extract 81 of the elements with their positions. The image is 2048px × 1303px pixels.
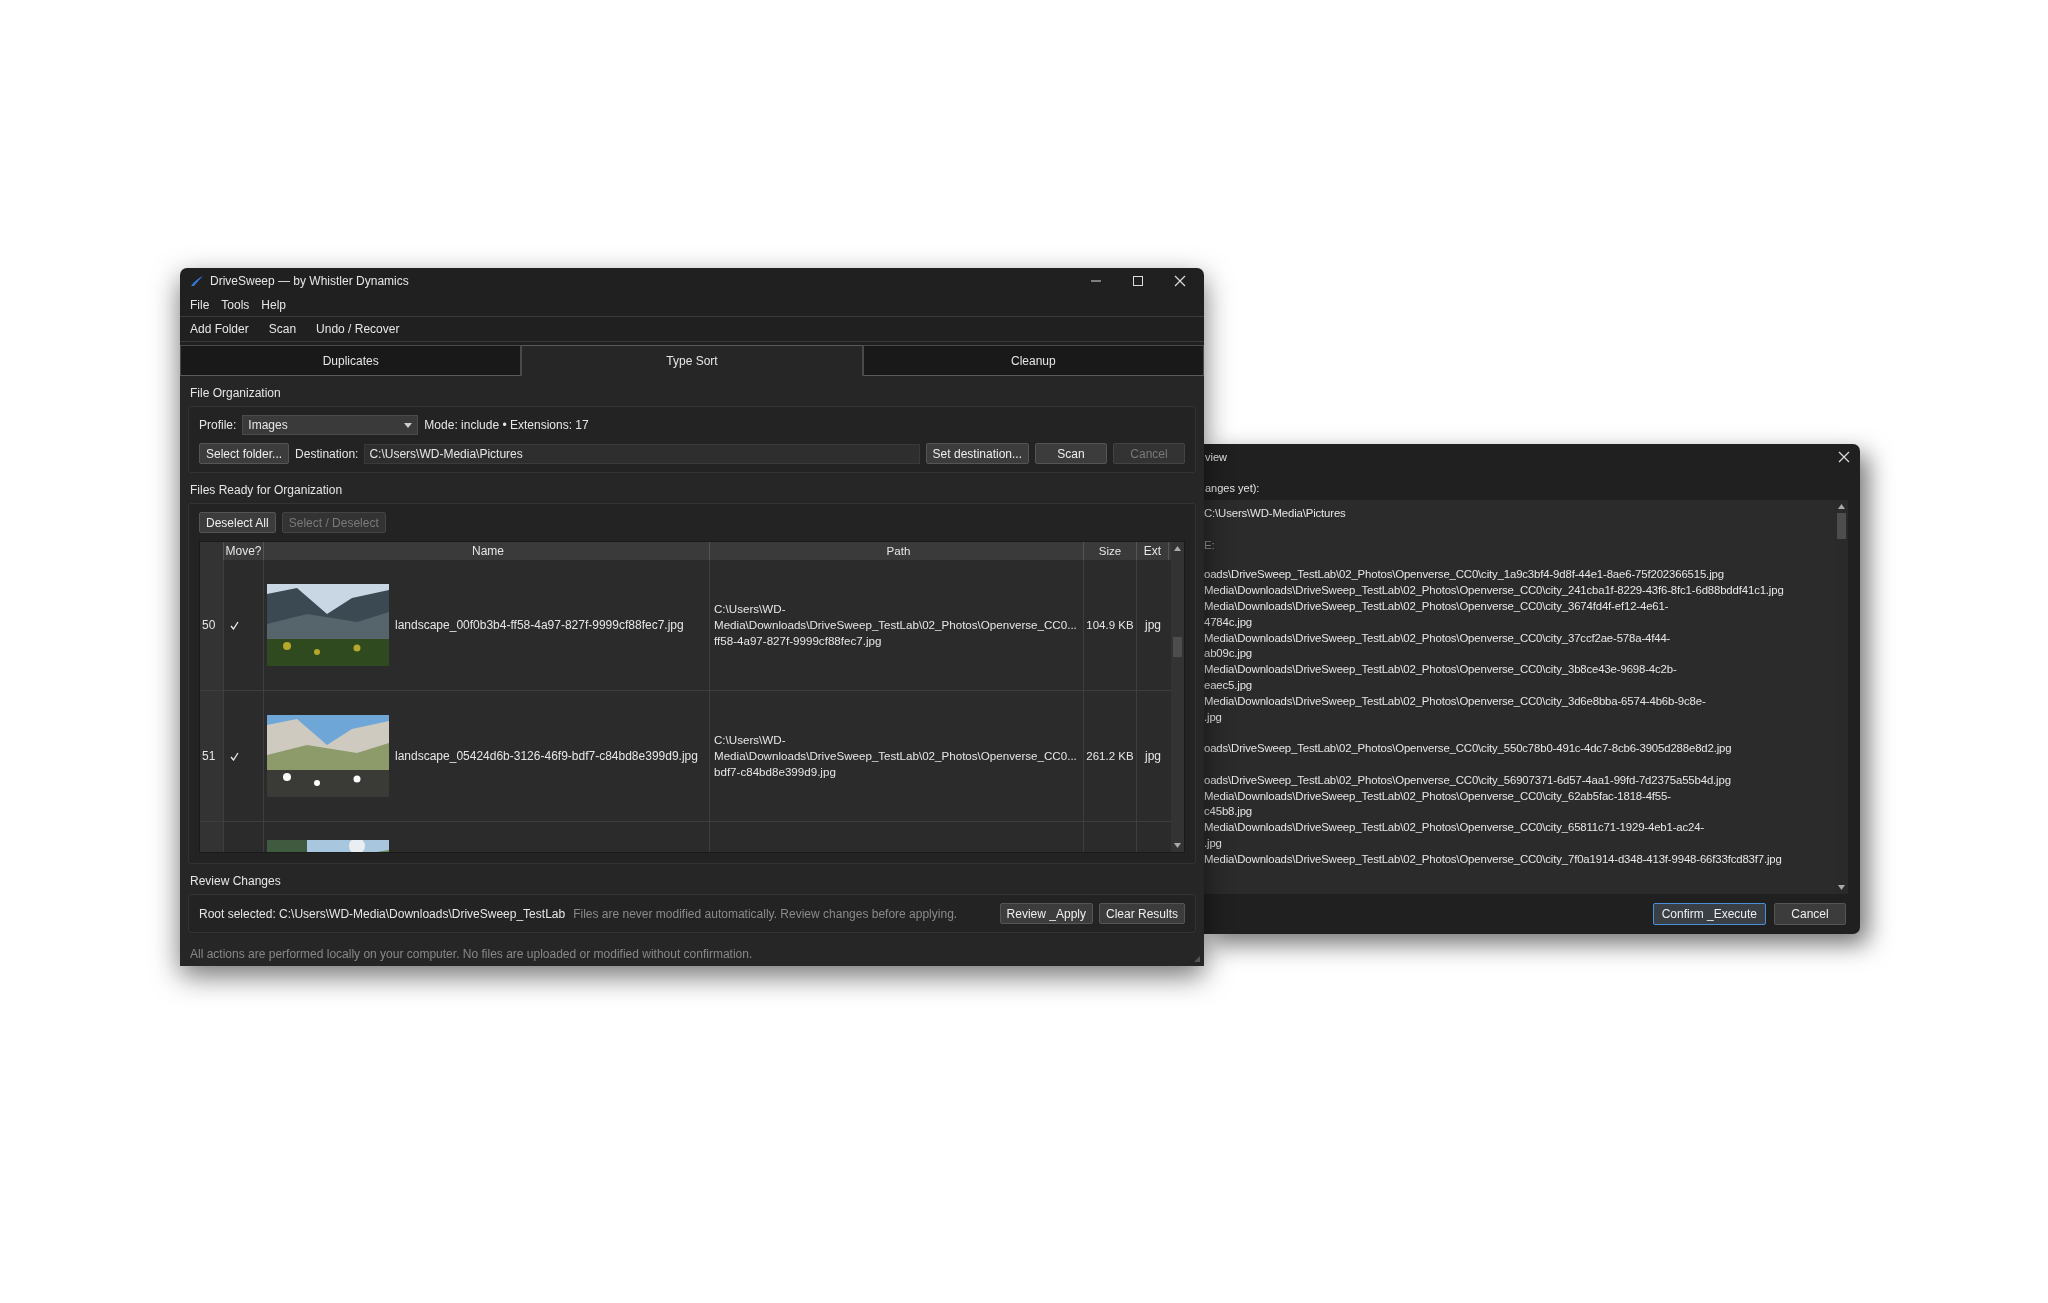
- scan-button[interactable]: Scan: [1035, 443, 1107, 464]
- file-path-line: Media\Downloads\DriveSweep_TestLab\02_Photos\Openverse_CC0\city_3b8ce43e-9698-4c2b-: [1204, 662, 1678, 678]
- file-path-line: ab09c.jpg: [1204, 646, 1254, 662]
- tab[interactable]: Type Sort: [521, 345, 863, 376]
- clear-results-button[interactable]: Clear Results: [1098, 903, 1185, 924]
- column-header[interactable]: Move?: [224, 542, 264, 560]
- scrollbar[interactable]: [1171, 542, 1184, 852]
- dialog-intro: anges yet):: [1205, 482, 1261, 494]
- file-extension: jpg: [1145, 749, 1161, 763]
- file-path-line: .jpg: [1204, 709, 1223, 725]
- file-path-line: Media\Downloads\DriveSweep_TestLab\02_Photos\Openverse_CC0\city_3674fd4f-ef12-4e61-: [1204, 599, 1670, 614]
- column-header[interactable]: Path: [710, 542, 1084, 560]
- close-icon[interactable]: [1838, 451, 1850, 463]
- file-name: landscape_05424d6b-3126-46f9-bdf7-c84bd8e399d9.jpg: [395, 749, 698, 763]
- review-apply-button[interactable]: Review _Apply: [999, 903, 1093, 924]
- checkmark-icon[interactable]: [230, 620, 239, 630]
- destination-field[interactable]: C:\Users\WD-Media\Pictures: [364, 443, 920, 464]
- column-header[interactable]: Name: [264, 542, 710, 560]
- resize-grip-icon[interactable]: [1193, 955, 1201, 963]
- file-path-line: Media\Downloads\DriveSweep_TestLab\02_Photos\Openverse_CC0\city_7f0a1914-d348-413f-9948-66f33fcd83f7.jpg: [1204, 851, 1783, 867]
- file-path-line: Media\Downloads\DriveSweep_TestLab\02_Photos\Openverse_CC0\city_241cba1f-8229-43f6-8fc1-6d88bddf41c1.jpg: [1204, 583, 1785, 599]
- file-path-line: Media\Downloads\DriveSweep_TestLab\02_Photos\Openverse_CC0\city_65811c71-1929-4eb1-ac24-: [1204, 820, 1706, 836]
- dialog-title: view: [1205, 451, 1227, 463]
- scroll-up-icon[interactable]: [1838, 504, 1845, 509]
- destination-line: C:\Users\WD-Media\Pictures: [1204, 506, 1347, 521]
- scroll-down-icon[interactable]: [1838, 885, 1845, 890]
- section-heading: File Organization: [190, 386, 282, 400]
- file-path: C:\Users\WD- Media\Downloads\DriveSweep_TestLab\02_Photos\Openverse_CC0... ff58-4a97-827f-9999cf88fec7.jpg: [714, 601, 1077, 649]
- root-selected-text: Root selected: C:\Users\WD-Media\Downloads\DriveSweep_TestLab: [199, 906, 566, 921]
- scroll-down-icon[interactable]: [1174, 843, 1181, 848]
- menu-item[interactable]: Help: [261, 298, 287, 312]
- section-heading: Review Changes: [190, 874, 282, 888]
- deselect-all-button[interactable]: Deselect All: [199, 512, 276, 533]
- tab[interactable]: Duplicates: [180, 345, 522, 376]
- toolbar-item[interactable]: Add Folder: [190, 322, 249, 336]
- file-path-line: Media\Downloads\DriveSweep_TestLab\02_Photos\Openverse_CC0\city_62ab5fac-1818-4f55-: [1204, 788, 1672, 804]
- destination-label: Destination:: [295, 446, 359, 461]
- file-path-line: .jpg: [1204, 835, 1223, 851]
- file-path-line: Media\Downloads\DriveSweep_TestLab\02_Photos\Openverse_CC0\city_37ccf2ae-578a-4f44-: [1204, 630, 1672, 646]
- profile-label: Profile:: [199, 418, 237, 432]
- footer-note: All actions are performed locally on your computer. No files are uploaded or modified without confirmation.: [190, 947, 754, 961]
- file-name: landscape_00f0b3b4-ff58-4a97-827f-9999cf88fec7.jpg: [395, 618, 684, 632]
- row-number: 50: [200, 560, 224, 690]
- app-logo-icon: [190, 275, 204, 287]
- maximize-icon[interactable]: [1132, 275, 1144, 287]
- profile-dropdown[interactable]: Images: [242, 415, 419, 435]
- scroll-up-icon[interactable]: [1174, 546, 1181, 551]
- menu-item[interactable]: File: [190, 298, 210, 312]
- row-number: 51: [200, 691, 224, 821]
- select-folder-button[interactable]: Select folder...: [199, 443, 290, 464]
- close-icon[interactable]: [1174, 275, 1186, 287]
- file-path-line: Media\Downloads\DriveSweep_TestLab\02_Photos\Openverse_CC0\city_3d6e8bba-6574-4b6b-9c8e-: [1204, 693, 1707, 709]
- file-size: 261.2 KB: [1086, 750, 1134, 762]
- file-path-line: oads\DriveSweep_TestLab\02_Photos\Openverse_CC0\city_1a9c3bf4-9d8f-44e1-8ae6-75f202366515.jpg: [1204, 567, 1725, 583]
- cancel-button[interactable]: Cancel: [1774, 903, 1846, 925]
- file-path-line: oads\DriveSweep_TestLab\02_Photos\Openverse_CC0\city_550c78b0-491c-4dc7-8cb6-3905d288e8d2.jpg: [1204, 741, 1733, 757]
- file-path-line: 4784c.jpg: [1204, 614, 1254, 630]
- column-header[interactable]: Size: [1084, 542, 1137, 560]
- scroll-thumb[interactable]: [1837, 513, 1846, 539]
- toolbar-item[interactable]: Undo / Recover: [316, 322, 400, 336]
- section-label: E:: [1204, 537, 1216, 553]
- checkmark-icon[interactable]: [230, 751, 239, 761]
- file-extension: jpg: [1145, 618, 1161, 632]
- set-destination-button[interactable]: Set destination...: [925, 443, 1029, 464]
- info-note: Files are never modified automatically. Review changes before applying.: [573, 906, 958, 921]
- column-header[interactable]: Ext: [1137, 542, 1169, 560]
- menu-item[interactable]: Tools: [221, 298, 250, 312]
- caret-icon: [404, 422, 413, 428]
- file-path: C:\Users\WD- Media\Downloads\DriveSweep_TestLab\02_Photos\Openverse_CC0... bdf7-c84bd8e399d9.jpg: [714, 732, 1077, 780]
- file-path-line: c45b8.jpg: [1204, 804, 1254, 820]
- file-size: 104.9 KB: [1086, 619, 1134, 631]
- preview-text-area[interactable]: [1203, 500, 1848, 894]
- toolbar-item[interactable]: Scan: [268, 322, 297, 336]
- window-title: DriveSweep — by Whistler Dynamics: [210, 274, 409, 288]
- file-path-line: eaec5.jpg: [1204, 677, 1254, 693]
- mode-info: Mode: include • Extensions: 17: [424, 418, 589, 432]
- file-path-line: oads\DriveSweep_TestLab\02_Photos\Openverse_CC0\city_56907371-6d57-4aa1-99fd-7d2375a55b4d.jpg: [1204, 772, 1732, 788]
- tab[interactable]: Cleanup: [862, 345, 1204, 376]
- section-heading: Files Ready for Organization: [190, 483, 344, 497]
- scroll-thumb[interactable]: [1173, 637, 1182, 657]
- confirm-button[interactable]: Confirm _Execute: [1652, 903, 1766, 925]
